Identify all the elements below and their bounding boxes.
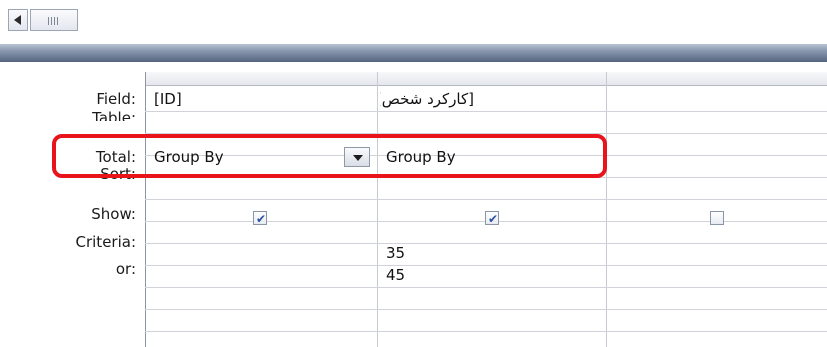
grid-column-divider [606, 72, 607, 347]
show-checkbox-1[interactable]: ✔ [253, 211, 267, 225]
checkmark-icon: ✔ [488, 212, 499, 226]
field-cell-2[interactable]: [کارکرد شخص] [380, 88, 480, 110]
row-label-show: Show: [91, 205, 136, 223]
horizontal-scrollbar[interactable] [0, 0, 827, 44]
table-cell-1[interactable]: ... ... [148, 112, 376, 124]
row-label-table: Table: [92, 110, 136, 121]
show-checkbox-2[interactable]: ✔ [485, 211, 499, 225]
grid-row-divider [145, 309, 827, 310]
checkmark-icon: ✔ [256, 212, 267, 226]
grid-column-divider [145, 72, 146, 347]
row-label-or: or: [115, 260, 136, 278]
table-cell-2[interactable]: ... ... [380, 112, 605, 124]
field-cell-1[interactable]: [ID] [148, 88, 376, 110]
scroll-left-button[interactable] [8, 9, 28, 31]
grip-icon [48, 17, 60, 25]
criteria-cell-2[interactable]: 35 [380, 242, 605, 264]
total-row-highlight [52, 134, 607, 178]
grid-column-divider [377, 72, 378, 347]
or-cell-2[interactable]: 45 [380, 264, 605, 286]
column-selector-1[interactable] [146, 72, 377, 86]
pane-splitter[interactable] [0, 44, 827, 62]
left-arrow-icon [14, 15, 21, 25]
grid-row-divider [145, 287, 827, 288]
row-label-criteria: Criteria: [75, 233, 137, 251]
scroll-thumb[interactable] [30, 9, 78, 31]
column-selector-2[interactable] [378, 72, 606, 86]
column-selector-3[interactable] [607, 72, 827, 86]
grid-row-divider [145, 199, 827, 200]
row-label-field: Field: [96, 90, 136, 108]
show-checkbox-3[interactable] [710, 211, 724, 225]
grid-row-divider [145, 331, 827, 332]
